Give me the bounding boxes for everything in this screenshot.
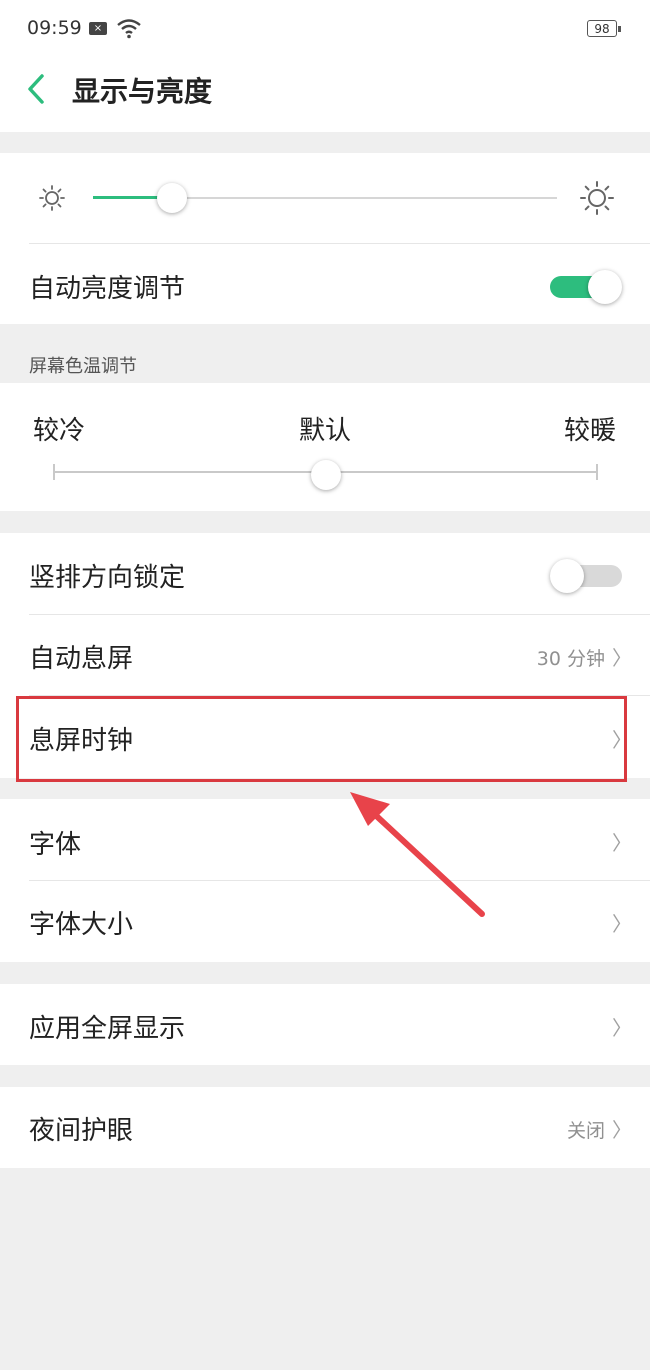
orientation-lock-label: 竖排方向锁定 (29, 563, 186, 593)
font-size-label: 字体大小 (29, 910, 134, 940)
auto-brightness-label: 自动亮度调节 (29, 274, 186, 304)
auto-sleep-value: 30 分钟 (536, 648, 605, 670)
night-mode-label: 夜间护眼 (29, 1116, 134, 1146)
font-row[interactable] (0, 799, 650, 880)
chevron-right-icon: 〉 (612, 912, 632, 936)
auto-sleep-label: 自动息屏 (29, 644, 134, 674)
highlight-box (16, 696, 627, 782)
divider (29, 243, 650, 244)
battery-indicator: 98 (587, 20, 621, 37)
sim-icon: × (89, 22, 107, 35)
orientation-lock-toggle[interactable] (550, 559, 623, 593)
chevron-left-icon[interactable] (24, 72, 48, 106)
color-temp-tick-left (53, 464, 55, 480)
color-temp-slider-thumb[interactable] (310, 460, 341, 490)
color-temp-warm-label: 较暖 (564, 416, 617, 446)
page-title: 显示与亮度 (72, 75, 213, 108)
color-temp-cold-label: 较冷 (33, 416, 86, 446)
auto-brightness-toggle[interactable] (550, 270, 623, 304)
color-temp-section-label: 屏幕色温调节 (29, 356, 137, 377)
status-time: 09:59 (27, 17, 82, 39)
sun-large-icon (580, 181, 614, 215)
chevron-right-icon: 〉 (612, 646, 632, 670)
annotation-arrow (350, 792, 485, 917)
chevron-right-icon: 〉 (612, 1016, 632, 1040)
chevron-right-icon: 〉 (612, 831, 632, 855)
brightness-slider-thumb[interactable] (156, 183, 187, 213)
chevron-right-icon: 〉 (612, 1118, 632, 1142)
sun-small-icon (39, 185, 65, 211)
font-label: 字体 (29, 830, 82, 860)
color-temp-tick-right (596, 464, 598, 480)
wifi-icon (117, 19, 141, 39)
color-temp-default-label: 默认 (299, 416, 352, 446)
night-mode-value: 关闭 (566, 1120, 605, 1142)
color-temp-card (0, 383, 650, 511)
fullscreen-label: 应用全屏显示 (29, 1014, 186, 1044)
